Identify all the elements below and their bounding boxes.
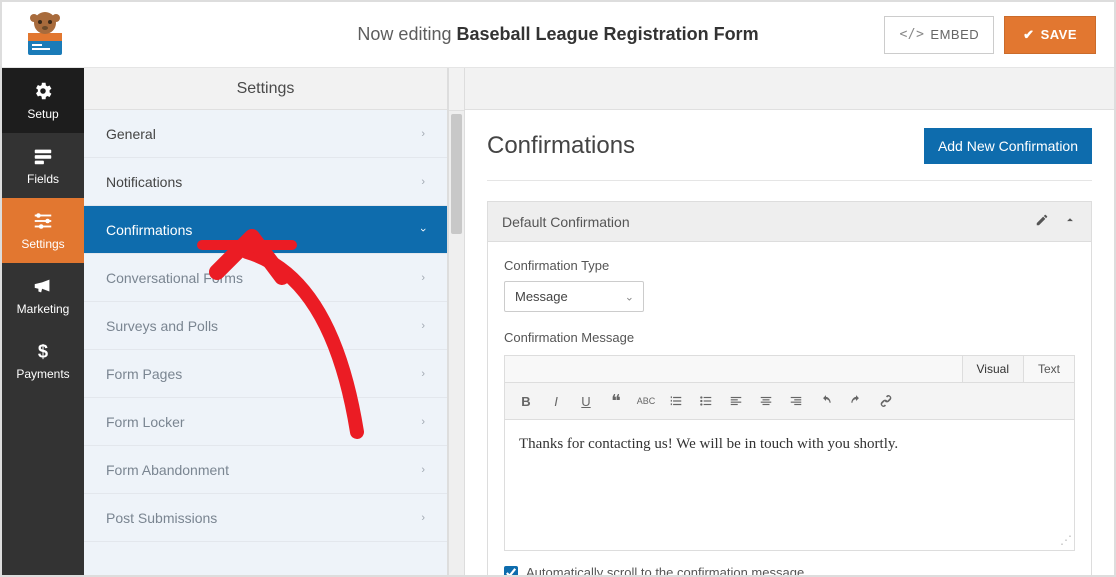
fields-icon: [32, 145, 54, 167]
italic-icon[interactable]: I: [543, 389, 569, 413]
top-header: Now editing Baseball League Registration…: [2, 2, 1114, 68]
gear-icon: [32, 80, 54, 102]
message-label: Confirmation Message: [504, 330, 1075, 345]
chevron-right-icon: ›: [421, 464, 425, 476]
nav-setup-label: Setup: [27, 107, 58, 121]
settings-list: General › Notifications › Confirmations …: [84, 110, 447, 575]
panel-title: Default Confirmation: [502, 214, 630, 230]
resize-grip-icon: ⋰: [1060, 533, 1072, 548]
settings-item-label: Confirmations: [106, 222, 192, 238]
chevron-right-icon: ›: [421, 416, 425, 428]
editor-tab-text[interactable]: Text: [1023, 356, 1074, 382]
chevron-right-icon: ›: [421, 272, 425, 284]
settings-item-label: Form Abandonment: [106, 462, 229, 478]
settings-item-formpages[interactable]: Form Pages ›: [84, 350, 447, 398]
align-left-icon[interactable]: [723, 389, 749, 413]
wysiwyg-editor: Visual Text B I U ❝ ABC: [504, 355, 1075, 551]
save-button-label: SAVE: [1041, 27, 1077, 42]
autoscroll-row[interactable]: Automatically scroll to the confirmation…: [504, 565, 1075, 575]
nav-fields-label: Fields: [27, 172, 59, 186]
nav-settings-label: Settings: [21, 237, 64, 251]
settings-column: Settings General › Notifications › Confi…: [84, 68, 448, 575]
settings-item-postsub[interactable]: Post Submissions ›: [84, 494, 447, 542]
pencil-icon[interactable]: [1035, 213, 1049, 230]
settings-item-confirmations[interactable]: Confirmations ›: [84, 206, 447, 254]
nav-marketing[interactable]: Marketing: [2, 263, 84, 328]
settings-item-formlocker[interactable]: Form Locker ›: [84, 398, 447, 446]
sliders-icon: [32, 210, 54, 232]
message-body-text: Thanks for contacting us! We will be in …: [519, 436, 898, 452]
dollar-icon: $: [32, 340, 54, 362]
scrollbar[interactable]: [448, 68, 465, 575]
settings-column-title: Settings: [84, 68, 447, 110]
settings-item-notifications[interactable]: Notifications ›: [84, 158, 447, 206]
form-name: Baseball League Registration Form: [457, 24, 759, 44]
scrollbar-thumb[interactable]: [451, 114, 462, 234]
editor-content[interactable]: Thanks for contacting us! We will be in …: [505, 420, 1074, 550]
settings-item-conversational[interactable]: Conversational Forms ›: [84, 254, 447, 302]
settings-item-label: Form Pages: [106, 366, 182, 382]
settings-item-label: Notifications: [106, 174, 182, 190]
svg-text:$: $: [38, 340, 48, 361]
bold-icon[interactable]: B: [513, 389, 539, 413]
title-prefix: Now editing: [357, 24, 451, 44]
settings-item-label: Form Locker: [106, 414, 185, 430]
autoscroll-checkbox[interactable]: [504, 566, 518, 576]
chevron-right-icon: ›: [421, 176, 425, 188]
nav-payments-label: Payments: [16, 367, 69, 381]
nav-marketing-label: Marketing: [17, 302, 70, 316]
chevron-right-icon: ›: [421, 368, 425, 380]
autoscroll-label: Automatically scroll to the confirmation…: [526, 565, 804, 575]
panel-header[interactable]: Default Confirmation: [488, 202, 1091, 242]
ol-icon[interactable]: [663, 389, 689, 413]
side-nav: Setup Fields Settings Marketing $ Paymen…: [2, 68, 84, 575]
code-icon: </>: [899, 27, 924, 42]
type-label: Confirmation Type: [504, 258, 1075, 273]
check-icon: ✔: [1023, 27, 1034, 43]
nav-fields[interactable]: Fields: [2, 133, 84, 198]
editor-tab-visual[interactable]: Visual: [962, 356, 1023, 382]
ul-icon[interactable]: [693, 389, 719, 413]
chevron-up-icon[interactable]: [1063, 213, 1077, 230]
confirmation-panel: Default Confirmation Confirmation Type: [487, 201, 1092, 575]
app-logo: [20, 10, 70, 60]
undo-icon[interactable]: [813, 389, 839, 413]
settings-item-abandonment[interactable]: Form Abandonment ›: [84, 446, 447, 494]
editor-toolbar: B I U ❝ ABC: [505, 383, 1074, 420]
content-column: Confirmations Add New Confirmation Defau…: [465, 68, 1114, 575]
settings-item-label: Conversational Forms: [106, 270, 243, 286]
settings-item-label: Surveys and Polls: [106, 318, 218, 334]
chevron-down-icon: ›: [417, 228, 429, 232]
align-right-icon[interactable]: [783, 389, 809, 413]
chevron-right-icon: ›: [421, 128, 425, 140]
nav-setup[interactable]: Setup: [2, 68, 84, 133]
align-center-icon[interactable]: [753, 389, 779, 413]
strike-icon[interactable]: ABC: [633, 389, 659, 413]
save-button[interactable]: ✔ SAVE: [1004, 16, 1096, 54]
quote-icon[interactable]: ❝: [603, 389, 629, 413]
settings-item-label: General: [106, 126, 156, 142]
nav-payments[interactable]: $ Payments: [2, 328, 84, 393]
add-confirmation-button[interactable]: Add New Confirmation: [924, 128, 1092, 164]
content-heading: Confirmations: [487, 132, 635, 160]
content-header-strip: [465, 68, 1114, 110]
underline-icon[interactable]: U: [573, 389, 599, 413]
link-icon[interactable]: [873, 389, 899, 413]
bullhorn-icon: [32, 275, 54, 297]
embed-button-label: EMBED: [930, 27, 979, 42]
chevron-right-icon: ›: [421, 512, 425, 524]
embed-button[interactable]: </> EMBED: [884, 16, 994, 54]
settings-item-label: Post Submissions: [106, 510, 217, 526]
settings-item-surveys[interactable]: Surveys and Polls ›: [84, 302, 447, 350]
settings-item-general[interactable]: General ›: [84, 110, 447, 158]
redo-icon[interactable]: [843, 389, 869, 413]
nav-settings[interactable]: Settings: [2, 198, 84, 263]
confirmation-type-select[interactable]: Message: [504, 281, 644, 312]
chevron-right-icon: ›: [421, 320, 425, 332]
